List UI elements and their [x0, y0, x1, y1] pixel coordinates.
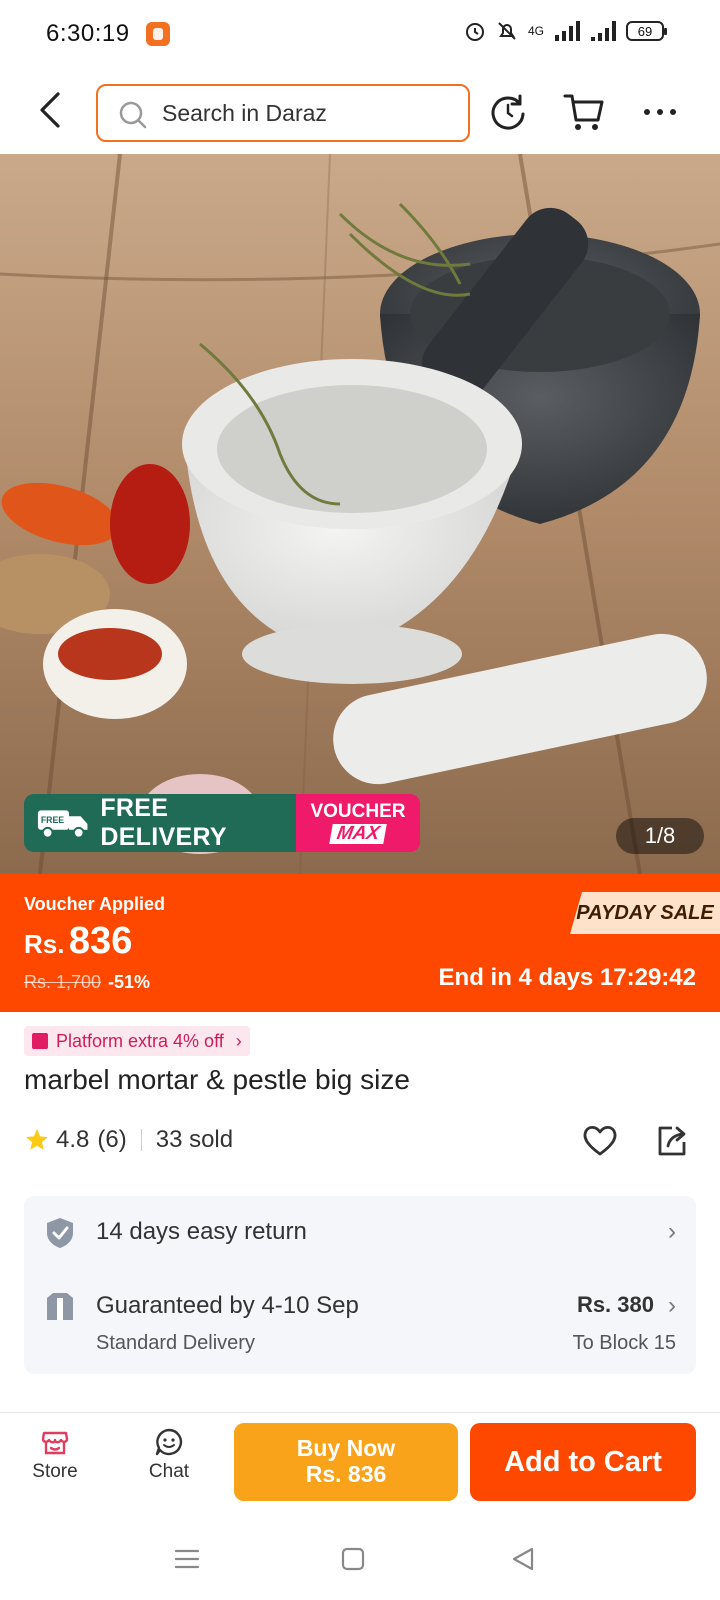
daraz-notification-icon	[146, 22, 170, 46]
free-delivery-badge: FREE FREE DELIVERY	[24, 794, 296, 852]
delivery-guarantee-text[interactable]: Guaranteed by 4-10 Sep	[96, 1292, 359, 1320]
divider	[140, 1129, 142, 1151]
delivery-destination: To Block 15	[572, 1332, 676, 1354]
chat-label: Chat	[148, 1461, 190, 1482]
image-counter: 1/8	[616, 818, 704, 854]
product-image-carousel[interactable]: FREE FREE DELIVERY VOUCHER MAX 1/8	[0, 154, 720, 874]
free-delivery-text: FREE DELIVERY	[100, 794, 227, 851]
home-square-icon[interactable]	[340, 1546, 366, 1572]
search-input[interactable]: Search in Daraz	[96, 84, 470, 142]
chevron-right-icon[interactable]: ›	[668, 1218, 676, 1246]
platform-offer-chip[interactable]: Platform extra 4% off ›	[24, 1026, 250, 1056]
delivery-truck-icon: FREE	[37, 810, 88, 839]
star-icon	[26, 1129, 48, 1150]
chat-icon	[155, 1428, 183, 1456]
history-icon[interactable]	[486, 90, 530, 134]
buy-now-label: Buy Now	[296, 1435, 396, 1461]
chevron-right-icon: ›	[235, 1031, 242, 1051]
review-count: (6)	[97, 1126, 127, 1153]
free-tag-text: FREE	[41, 815, 64, 825]
signal-2-icon	[591, 21, 616, 41]
coupon-icon	[32, 1033, 48, 1049]
search-placeholder: Search in Daraz	[162, 100, 327, 126]
sale-countdown: End in 4 days 17:29:42	[438, 964, 696, 991]
original-price: Rs. 1,700	[24, 972, 102, 992]
store-button[interactable]: Store	[20, 1427, 90, 1483]
delivery-fee: Rs. 380	[576, 1292, 654, 1317]
voucher-text: VOUCHER	[310, 801, 406, 822]
shield-check-icon	[47, 1218, 73, 1248]
system-navigation-bar	[0, 1520, 720, 1600]
discount-percent: -51%	[108, 972, 151, 992]
menu-icon[interactable]	[174, 1546, 200, 1572]
voucher-max-badge: VOUCHER MAX	[296, 794, 420, 852]
buy-now-button[interactable]: Buy Now Rs. 836	[234, 1423, 458, 1501]
price-currency: Rs.	[24, 929, 65, 959]
bottom-action-bar: Store Chat Buy Now Rs. 836 Add to Cart	[0, 1412, 720, 1520]
price-banner: Voucher Applied Rs. 836 Rs. 1,700 -51% P…	[0, 874, 720, 1012]
buy-now-price: Rs. 836	[305, 1461, 387, 1487]
status-indicators: 4G 69	[464, 20, 667, 42]
share-icon[interactable]	[652, 1120, 692, 1160]
top-navigation: Search in Daraz	[0, 70, 720, 154]
wishlist-heart-icon[interactable]	[580, 1120, 620, 1160]
search-icon	[119, 101, 147, 129]
add-to-cart-button[interactable]: Add to Cart	[470, 1423, 696, 1501]
battery-indicator: 69	[626, 21, 667, 41]
platform-offer-text: Platform extra 4% off	[56, 1031, 224, 1051]
return-policy-text[interactable]: 14 days easy return	[96, 1218, 307, 1246]
status-time: 6:30:19	[46, 20, 130, 47]
price-value: 836	[68, 920, 133, 962]
store-icon	[41, 1431, 69, 1455]
voucher-max-text: MAX	[329, 823, 387, 844]
mute-bell-icon	[498, 22, 516, 40]
more-options-icon[interactable]	[638, 90, 682, 134]
product-title: marbel mortar & pestle big size	[24, 1064, 410, 1095]
back-triangle-icon[interactable]	[510, 1546, 536, 1572]
network-type: 4G	[527, 24, 544, 38]
chevron-right-icon[interactable]: ›	[668, 1292, 676, 1320]
sold-count: 33 sold	[155, 1126, 234, 1153]
delivery-type-text: Standard Delivery	[96, 1332, 255, 1354]
signal-icon	[555, 21, 580, 41]
payday-sale-badge: PAYDAY SALE	[570, 892, 720, 934]
back-arrow-icon[interactable]	[30, 88, 70, 132]
product-photo	[0, 154, 720, 874]
rating-row[interactable]: 4.8 (6) 33 sold	[24, 1126, 233, 1154]
cart-icon[interactable]	[562, 90, 606, 134]
delivery-box-icon	[47, 1293, 73, 1320]
current-price: Rs. 836	[24, 920, 132, 963]
store-label: Store	[32, 1461, 78, 1482]
service-info-card: 14 days easy return › Guaranteed by 4-10…	[24, 1196, 696, 1374]
chat-button[interactable]: Chat	[134, 1427, 204, 1483]
voucher-applied-label: Voucher Applied	[24, 894, 166, 914]
rating-value: 4.8	[56, 1126, 90, 1153]
status-bar: 6:30:19 4G 69	[0, 0, 720, 70]
alarm-icon	[465, 23, 484, 41]
